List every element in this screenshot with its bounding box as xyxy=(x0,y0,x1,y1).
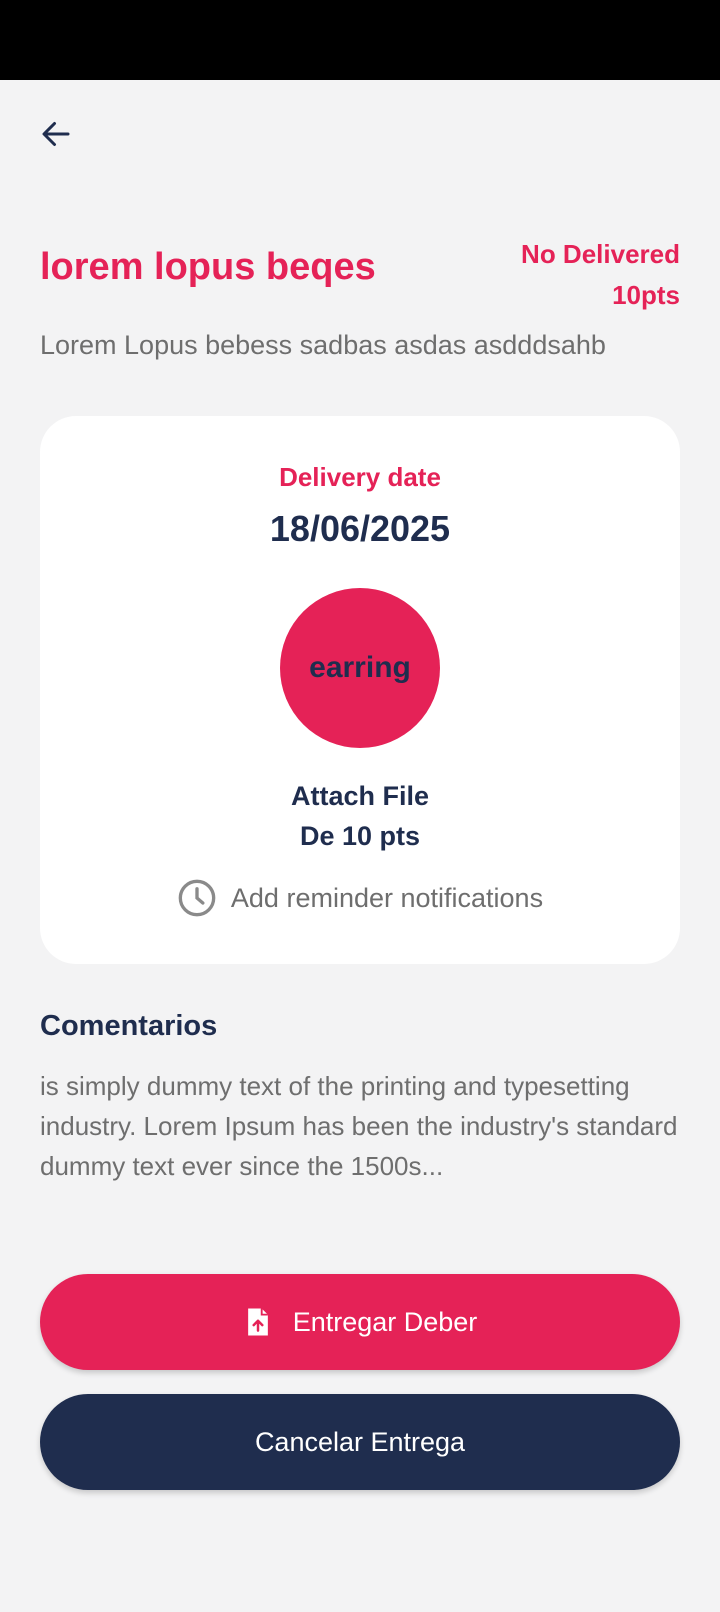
page-subtitle: Lorem Lopus bebess sadbas asdas asdddsah… xyxy=(40,330,606,360)
status-circle-label: earring xyxy=(309,651,411,684)
file-upload-icon xyxy=(247,1308,268,1336)
delivery-card: Delivery date 18/06/2025 earring Attach … xyxy=(40,416,680,964)
points-label: 10pts xyxy=(612,280,680,310)
status-circle[interactable]: earring xyxy=(280,588,440,748)
comments-heading: Comentarios xyxy=(40,1010,218,1042)
cancel-delivery-button[interactable]: Cancelar Entrega xyxy=(40,1394,680,1490)
reminder-label: Add reminder notifications xyxy=(230,882,544,913)
clock-icon xyxy=(178,879,216,917)
comments-body: is simply dummy text of the printing and… xyxy=(40,1071,678,1181)
submit-assignment-button[interactable]: Entregar Deber xyxy=(40,1274,680,1370)
attach-file-info: Attach File De 10 pts xyxy=(40,776,680,856)
delivery-date-value: 18/06/2025 xyxy=(269,508,451,549)
cancel-button-label: Cancelar Entrega xyxy=(254,1426,466,1457)
back-button[interactable] xyxy=(30,108,82,160)
delivery-status: No Delivered 10pts xyxy=(521,234,680,316)
attach-file-label: Attach File xyxy=(290,781,430,811)
status-bar xyxy=(0,0,720,80)
delivery-date-label: Delivery date xyxy=(279,462,441,492)
attach-points-label: De 10 pts xyxy=(299,821,421,851)
status-label: No Delivered xyxy=(521,239,680,269)
page-title: lorem lopus beqes xyxy=(40,246,376,288)
arrow-left-icon xyxy=(42,122,70,146)
add-reminder-button[interactable]: Add reminder notifications xyxy=(40,878,680,918)
submit-button-label: Entregar Deber xyxy=(292,1306,478,1337)
